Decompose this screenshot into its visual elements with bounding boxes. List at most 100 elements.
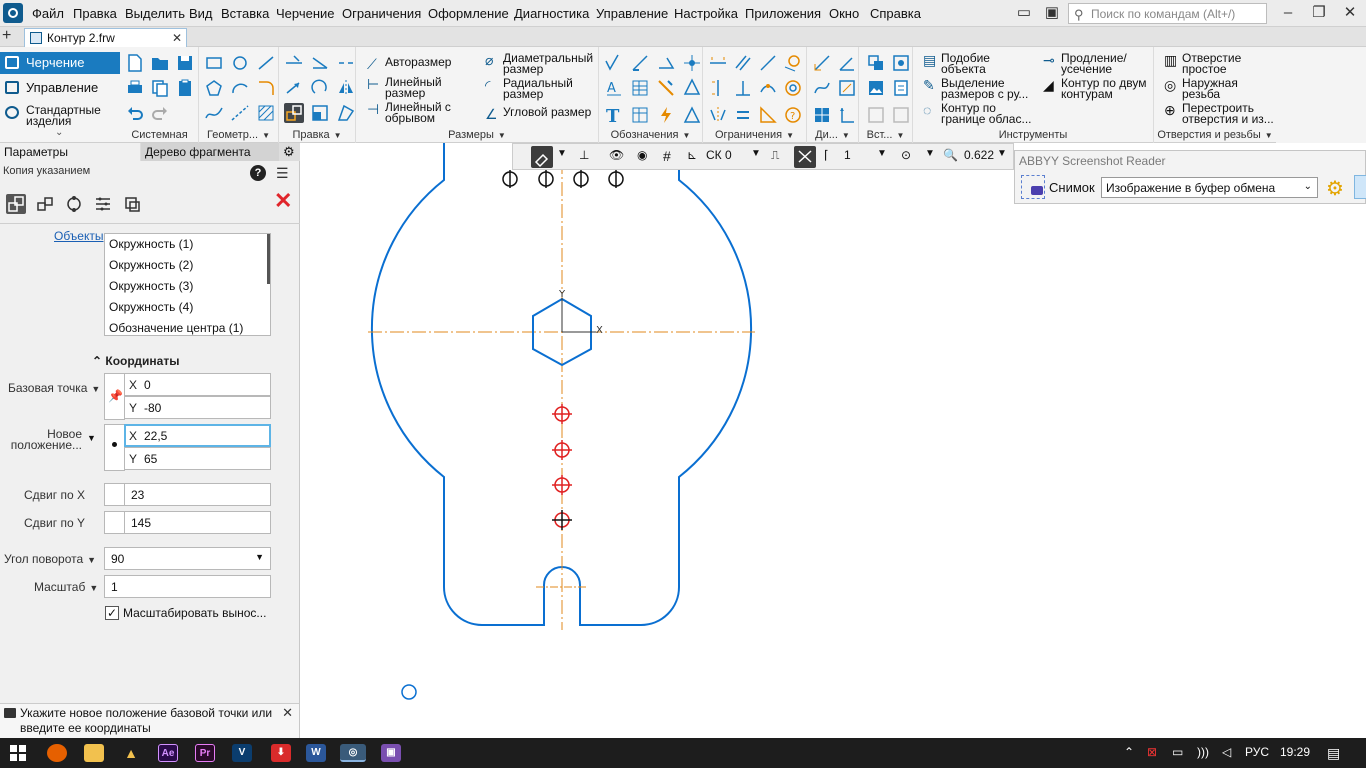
new-position-pick[interactable] xyxy=(104,424,125,471)
text-leader-icon[interactable]: A xyxy=(604,78,624,98)
shift-y-field[interactable]: 145 xyxy=(124,511,271,534)
menu-file[interactable]: Файл xyxy=(32,6,64,21)
menu-select[interactable]: Выделить xyxy=(125,6,185,21)
scale-icon[interactable] xyxy=(310,103,330,123)
autodimension-button[interactable]: ⟋ Авторазмер xyxy=(367,56,451,71)
notifications-icon[interactable]: ▤ xyxy=(1327,745,1340,762)
ortho-icon[interactable]: ⊥ xyxy=(579,148,589,166)
zoom-level-dropdown-icon[interactable]: ▼ xyxy=(997,148,1007,166)
nav-standard-parts[interactable]: Стандартные изделия xyxy=(0,102,120,127)
segment-icon[interactable] xyxy=(256,53,276,73)
screenshot-reader-icon[interactable]: ▣ xyxy=(381,744,401,762)
menu-window[interactable]: Окно xyxy=(829,6,859,21)
maximize-button[interactable]: ❐ xyxy=(1306,4,1332,22)
new-document-icon[interactable]: + xyxy=(2,27,11,45)
fillet-icon[interactable] xyxy=(256,78,276,98)
close-button[interactable]: ✕ xyxy=(1337,4,1363,22)
undo-icon[interactable] xyxy=(125,103,145,123)
menu-help[interactable]: Справка xyxy=(870,6,921,21)
ortho-mode-icon[interactable]: ⎍ xyxy=(771,148,779,166)
group-edit-title[interactable]: Правка ▼ xyxy=(279,129,355,141)
app-logo-icon[interactable] xyxy=(3,3,23,23)
copy-by-point-icon[interactable] xyxy=(284,103,304,123)
deform-icon[interactable] xyxy=(336,103,356,123)
command-search-input[interactable]: ⚲ Поиск по командам (Alt+/) xyxy=(1068,3,1267,24)
new-x-field[interactable]: X 22,5 xyxy=(124,424,271,447)
rotation-angle-label[interactable]: Угол поворота ▼ xyxy=(4,552,96,566)
copy-grid-icon[interactable] xyxy=(93,194,113,214)
rebuild-holes-button[interactable]: ⊕ Перестроить отверстия и из... xyxy=(1164,102,1274,125)
gear-icon[interactable]: ⚙ xyxy=(1326,176,1344,201)
base-icon[interactable] xyxy=(630,53,650,73)
premiere-icon[interactable]: Pr xyxy=(195,744,215,762)
close-tab-icon[interactable]: ✕ xyxy=(172,31,182,45)
parallel-constraint-icon[interactable] xyxy=(733,53,753,73)
spline-icon[interactable] xyxy=(204,103,224,123)
new-doc-icon[interactable] xyxy=(125,53,145,73)
close-command-icon[interactable]: ✕ xyxy=(274,190,292,212)
shift-x-field[interactable]: 23 xyxy=(124,483,271,506)
angular-dimension-button[interactable]: ∠ Угловой размер xyxy=(485,106,591,121)
leader-icon[interactable] xyxy=(656,53,676,73)
grid-icon[interactable]: # xyxy=(663,148,671,166)
windows-start-icon[interactable] xyxy=(10,745,26,761)
gear-icon[interactable]: ⚙ xyxy=(283,144,295,160)
tangent-constraint-icon[interactable] xyxy=(783,53,803,73)
point-on-curve-icon[interactable] xyxy=(758,78,778,98)
layout-toggle-icon[interactable]: ▣ xyxy=(1039,4,1065,22)
list-item[interactable]: Окружность (1) xyxy=(105,234,270,255)
radial-dimension-button[interactable]: ◜ Радиальный размер xyxy=(485,77,583,100)
outer-thread-button[interactable]: ◎ Наружная резьба xyxy=(1164,77,1242,100)
equal-constraint-icon[interactable] xyxy=(733,105,753,125)
menu-diagnostics[interactable]: Диагностика xyxy=(514,6,589,21)
snap-dropdown-icon[interactable]: ▼ xyxy=(557,148,567,166)
app-triangle-icon[interactable]: ▲ xyxy=(121,744,141,762)
zoom-icon[interactable]: 🔍 xyxy=(943,148,958,166)
insert-view-icon[interactable] xyxy=(891,53,911,73)
chevron-down-icon[interactable]: ▼ xyxy=(87,433,96,443)
copy-doc-icon[interactable] xyxy=(150,78,170,98)
shift-y-toggle[interactable] xyxy=(104,511,125,534)
abbyy-more-button[interactable] xyxy=(1354,175,1366,199)
list-item[interactable]: Обозначение центра (1) xyxy=(105,318,270,335)
menu-view[interactable]: Вид xyxy=(189,6,213,21)
cs-icon[interactable]: ⊾ xyxy=(687,148,697,166)
coordinates-icon[interactable] xyxy=(837,105,857,125)
menu-constraints[interactable]: Ограничения xyxy=(342,6,421,21)
auxiliary-line-icon[interactable] xyxy=(230,103,250,123)
list-scrollbar[interactable] xyxy=(267,234,270,284)
rotate-icon[interactable] xyxy=(310,78,330,98)
volume-icon[interactable]: ◁ xyxy=(1222,745,1231,759)
panels-toggle-icon[interactable]: ▭ xyxy=(1011,4,1037,22)
group-diagnostics-title[interactable]: Ди... ▼ xyxy=(807,129,858,141)
contour-boundary-button[interactable]: ◌ Контур по границе облас... xyxy=(923,102,1041,125)
linear-break-button[interactable]: ⊣ Линейный с обрывом xyxy=(367,101,470,124)
help-icon[interactable]: ? xyxy=(250,165,266,181)
menu-apps[interactable]: Приложения xyxy=(745,6,821,21)
circle-icon[interactable] xyxy=(230,53,250,73)
zoom-dropdown-icon[interactable]: ▼ xyxy=(925,148,935,166)
cs-dropdown-icon[interactable]: ▼ xyxy=(751,148,761,166)
kompas-taskbar-icon[interactable]: ◎ xyxy=(340,744,366,762)
list-item[interactable]: Окружность (3) xyxy=(105,276,270,297)
break-icon[interactable] xyxy=(336,53,356,73)
measure-angle-icon[interactable] xyxy=(837,53,857,73)
parametric-mode-icon[interactable] xyxy=(794,146,816,168)
redo-icon[interactable] xyxy=(150,103,170,123)
drawing-canvas[interactable]: Y X xyxy=(301,143,1366,738)
minimize-button[interactable]: – xyxy=(1275,4,1301,22)
tray-alert-icon[interactable]: ⊠ xyxy=(1147,745,1157,759)
tolerance-icon[interactable] xyxy=(682,105,702,125)
select-dimensions-button[interactable]: ✎ Выделение размеров с ру... xyxy=(923,77,1036,100)
layer-icon[interactable]: ⌈ xyxy=(824,148,829,166)
copy-mode-icon[interactable] xyxy=(6,194,26,214)
visio-icon[interactable]: V xyxy=(232,744,252,762)
horizontal-constraint-icon[interactable] xyxy=(708,53,728,73)
constraint-query-icon[interactable]: ? xyxy=(783,105,803,125)
hide-objects-icon[interactable]: ◉ xyxy=(637,148,647,166)
scale-field[interactable]: 1 xyxy=(104,575,271,598)
menu-edit[interactable]: Правка xyxy=(73,6,117,21)
extend-trim-button[interactable]: ⊸ Продление/ усечение xyxy=(1043,52,1141,75)
group-holes-title[interactable]: Отверстия и резьбы ▼ xyxy=(1154,129,1276,141)
move-icon[interactable] xyxy=(284,78,304,98)
